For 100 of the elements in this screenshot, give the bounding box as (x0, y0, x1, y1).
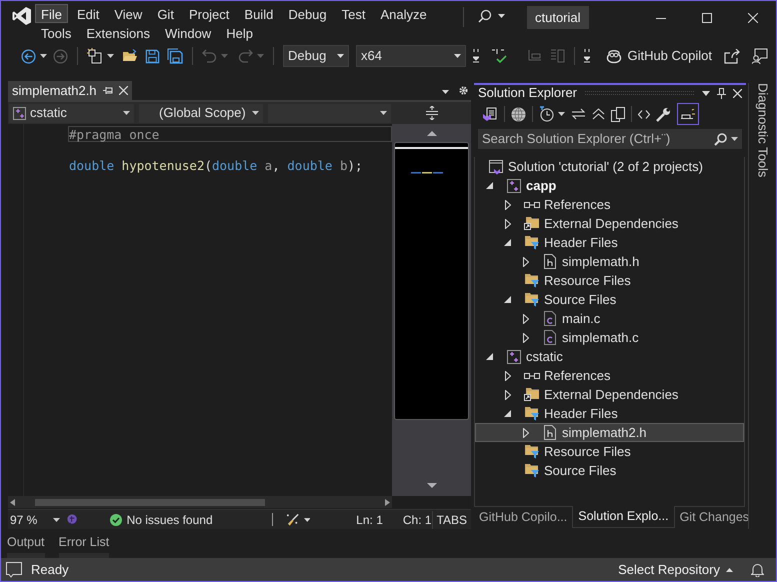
overflow-icon[interactable] (473, 49, 479, 63)
redo-icon[interactable] (238, 49, 253, 63)
collapsed-arrow-icon[interactable] (505, 218, 511, 228)
collapsed-arrow-icon[interactable] (505, 200, 511, 210)
search-field[interactable]: Search Solution Explorer (Ctrl+¨) (478, 129, 742, 149)
open-folder-icon[interactable] (122, 49, 138, 63)
menu-item[interactable]: Build (238, 4, 280, 23)
feedback-icon[interactable] (752, 48, 768, 64)
copilot-button[interactable]: GitHub Copilot (606, 46, 712, 66)
side-panel-tab[interactable]: Diagnostic Tools (752, 83, 772, 529)
split-icon[interactable] (426, 106, 438, 120)
panel-tab[interactable]: Solution Explo... (572, 506, 675, 528)
save-icon[interactable] (145, 48, 160, 64)
preview-toggle[interactable] (677, 103, 699, 125)
menu-item[interactable]: Tools (35, 23, 78, 42)
expanded-arrow-icon[interactable] (504, 239, 511, 246)
caret-icon[interactable] (558, 112, 565, 116)
line-indicator[interactable]: Ln: 1 (356, 510, 383, 528)
scrollbar-thumb[interactable] (35, 498, 265, 506)
settings-icon[interactable] (458, 85, 469, 96)
wrench-icon[interactable] (656, 106, 671, 122)
menu-item[interactable]: Analyze (374, 4, 433, 23)
caret-icon[interactable] (107, 54, 114, 58)
menu-item[interactable]: Git (151, 4, 180, 23)
menu-item[interactable]: Edit (70, 4, 106, 23)
panel-tab[interactable]: Output (7, 533, 45, 551)
panel-tab[interactable]: Error List (58, 533, 110, 551)
pin-icon[interactable] (717, 88, 726, 98)
collapse-all-icon[interactable] (592, 108, 605, 120)
panel-tab[interactable]: Git Changes (674, 507, 754, 528)
collapsed-arrow-icon[interactable] (505, 390, 511, 400)
indent-icon[interactable] (550, 49, 565, 63)
tree-item[interactable]: Source Files (475, 461, 744, 480)
configuration-dropdown[interactable]: Debug (283, 45, 349, 67)
menu-item[interactable]: Project (182, 4, 236, 23)
notification-icon[interactable] (6, 562, 22, 578)
expanded-arrow-icon[interactable] (486, 182, 493, 189)
tree-item[interactable]: Resource Files (475, 442, 744, 461)
vertical-scrollbar[interactable] (392, 124, 471, 496)
menu-item[interactable]: View (108, 4, 148, 23)
scope-dropdown[interactable]: (Global Scope) (139, 104, 263, 122)
tree-item[interactable]: References (475, 195, 744, 214)
close-icon[interactable] (733, 88, 742, 98)
tree-item[interactable]: Source Files (475, 290, 744, 309)
document-tab[interactable]: simplemath2.h (8, 81, 132, 100)
tree-item[interactable]: References (475, 366, 744, 385)
globe-icon[interactable] (511, 106, 526, 122)
indentation-indicator[interactable]: TABS (432, 510, 472, 528)
tree-item[interactable]: simplemath2.h (475, 423, 744, 442)
undo-icon[interactable] (202, 49, 217, 63)
repository-button[interactable]: Select Repository (618, 560, 733, 580)
overflow-icon[interactable] (584, 49, 590, 63)
tree-item[interactable]: External Dependencies (475, 385, 744, 404)
pending-changes-icon[interactable] (539, 106, 555, 122)
collapsed-arrow-icon[interactable] (523, 332, 529, 342)
menu-item[interactable]: Extensions (80, 23, 156, 42)
tree-item[interactable]: Header Files (475, 404, 744, 423)
tree-item[interactable]: Resource Files (475, 271, 744, 290)
forward-icon[interactable] (53, 48, 68, 64)
caret-icon[interactable] (442, 90, 449, 94)
caret-icon[interactable] (702, 90, 710, 96)
scroll-up-icon[interactable] (426, 131, 436, 136)
scroll-down-icon[interactable] (426, 483, 436, 488)
menu-item[interactable]: Help (220, 23, 259, 42)
issues-indicator[interactable]: No issues found (110, 510, 213, 528)
tree-item[interactable]: Header Files (475, 233, 744, 252)
sync-icon[interactable] (571, 108, 586, 120)
scroll-left-icon[interactable] (10, 498, 15, 506)
collapsed-arrow-icon[interactable] (523, 256, 529, 266)
pin-icon[interactable] (102, 86, 113, 95)
caret-icon[interactable] (731, 137, 738, 141)
expanded-arrow-icon[interactable] (504, 410, 511, 417)
spell-check-icon[interactable] (491, 48, 509, 64)
menu-item[interactable]: Debug (282, 4, 333, 23)
tree-item[interactable]: main.c (475, 309, 744, 328)
collapsed-arrow-icon[interactable] (523, 428, 529, 438)
panel-tab[interactable]: GitHub Copilo... (474, 507, 572, 528)
caret-icon[interactable] (304, 518, 310, 522)
platform-dropdown[interactable]: x64 (356, 45, 466, 67)
tree-item[interactable]: External Dependencies (475, 214, 744, 233)
tree-item[interactable]: simplemath.h (475, 252, 744, 271)
tree-item[interactable]: Solution 'ctutorial' (2 of 2 projects) (475, 157, 744, 176)
horizontal-scrollbar[interactable] (8, 496, 392, 508)
search-icon[interactable] (714, 132, 727, 146)
save-all-icon[interactable] (167, 48, 183, 64)
menu-item[interactable]: File (35, 4, 68, 23)
back-icon[interactable] (21, 48, 36, 64)
share-icon[interactable] (724, 48, 740, 64)
tree-item[interactable]: simplemath.c (475, 328, 744, 347)
collapsed-arrow-icon[interactable] (505, 370, 511, 380)
menu-item[interactable]: Test (336, 4, 372, 23)
comment-icon[interactable] (527, 49, 542, 63)
new-item-icon[interactable] (87, 48, 103, 64)
expanded-arrow-icon[interactable] (486, 353, 493, 360)
close-icon[interactable] (118, 86, 128, 95)
cleanup-brush-icon[interactable] (286, 512, 299, 526)
code-icon[interactable] (638, 110, 650, 118)
bell-icon[interactable] (751, 562, 764, 576)
copy-icon[interactable] (611, 106, 625, 122)
tree-item[interactable]: cstatic (475, 347, 744, 366)
